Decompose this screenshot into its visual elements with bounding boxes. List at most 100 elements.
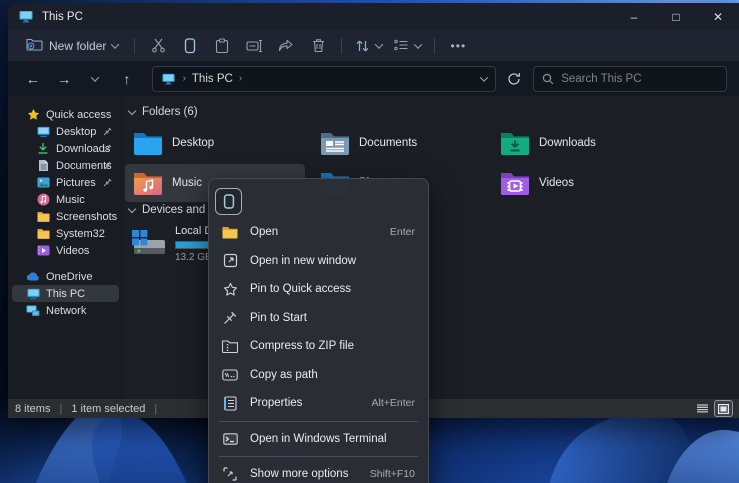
- maximize-button[interactable]: □: [655, 3, 697, 30]
- chevron-down-icon: [91, 73, 99, 81]
- network-icon: [26, 304, 40, 318]
- sidebar-item-pictures[interactable]: Pictures: [12, 174, 119, 191]
- search-icon: [542, 73, 554, 85]
- sort-icon: [355, 39, 370, 53]
- toolbar-divider: [434, 38, 435, 54]
- breadcrumb[interactable]: This PC: [192, 73, 233, 85]
- status-divider: |: [59, 403, 62, 415]
- chevron-down-icon: [375, 40, 383, 48]
- address-input[interactable]: › This PC ›: [152, 66, 496, 92]
- menu-item-label: Open in new window: [250, 255, 403, 267]
- copy-button[interactable]: [175, 33, 205, 59]
- up-button[interactable]: ↑: [114, 66, 139, 92]
- titlebar[interactable]: This PC – □ ✕: [8, 3, 739, 30]
- address-bar: ← → ↑ › This PC › Search This PC: [8, 61, 739, 96]
- folder-tile-videos[interactable]: Videos: [492, 164, 672, 202]
- recent-locations-button[interactable]: [83, 66, 108, 92]
- sidebar-item-label: Network: [46, 305, 86, 317]
- sidebar-item-screenshots[interactable]: Screenshots: [12, 208, 119, 225]
- menu-item-open-windows-terminal[interactable]: Open in Windows Terminal: [209, 425, 428, 454]
- sidebar-item-music[interactable]: Music: [12, 191, 119, 208]
- sidebar-item-network[interactable]: Network: [12, 302, 119, 319]
- breadcrumb-separator: ›: [239, 73, 242, 84]
- share-button[interactable]: [271, 33, 301, 59]
- rename-button[interactable]: [239, 33, 269, 59]
- new-folder-button[interactable]: New folder: [18, 33, 126, 59]
- menu-item-shortcut: Shift+F10: [370, 468, 415, 480]
- menu-item-label: Properties: [250, 397, 360, 409]
- back-button[interactable]: ←: [20, 66, 45, 92]
- share-icon: [278, 39, 294, 53]
- menu-separator: [219, 421, 418, 422]
- terminal-icon: [222, 431, 238, 447]
- sidebar-item-system32[interactable]: System32: [12, 225, 119, 242]
- menu-item-pin-quick-access[interactable]: Pin to Quick access: [209, 275, 428, 304]
- menu-item-label: Open: [250, 226, 378, 238]
- paste-icon: [215, 38, 229, 54]
- sidebar-item-label: Music: [56, 194, 85, 206]
- tile-label: Downloads: [539, 137, 596, 149]
- view-button[interactable]: [389, 33, 426, 59]
- search-input[interactable]: Search This PC: [533, 66, 727, 92]
- sidebar-item-videos[interactable]: Videos: [12, 242, 119, 259]
- menu-item-open-new-window[interactable]: Open in new window: [209, 247, 428, 276]
- selected-count: 1 item selected: [71, 403, 145, 415]
- refresh-button[interactable]: [502, 66, 527, 92]
- tile-label: Music: [172, 177, 202, 189]
- forward-button[interactable]: →: [51, 66, 76, 92]
- toolbar-divider: [341, 38, 342, 54]
- music-folder-icon: [133, 170, 163, 196]
- delete-icon: [312, 38, 325, 53]
- screen: This PC – □ ✕ New folder: [0, 0, 739, 483]
- sidebar-item-label: Desktop: [56, 126, 96, 138]
- this-pc-icon: [18, 9, 34, 25]
- copy-quick-button[interactable]: [215, 188, 242, 215]
- menu-item-show-more-options[interactable]: Show more options Shift+F10: [209, 460, 428, 483]
- menu-item-copy-as-path[interactable]: Copy as path: [209, 361, 428, 390]
- close-button[interactable]: ✕: [697, 3, 739, 30]
- sidebar-item-documents[interactable]: Documents: [12, 157, 119, 174]
- section-label: Folders (6): [142, 106, 198, 118]
- sidebar-item-this-pc[interactable]: This PC: [12, 285, 119, 302]
- sidebar-item-label: Screenshots: [56, 211, 117, 223]
- menu-item-compress-zip[interactable]: Compress to ZIP file: [209, 332, 428, 361]
- delete-button[interactable]: [303, 33, 333, 59]
- zip-icon: [222, 338, 238, 354]
- menu-item-label: Pin to Quick access: [250, 283, 403, 295]
- sidebar-item-label: OneDrive: [46, 271, 92, 283]
- videos-folder-icon: [500, 170, 530, 196]
- sort-button[interactable]: [350, 33, 387, 59]
- menu-item-properties[interactable]: Properties Alt+Enter: [209, 389, 428, 418]
- folders-section-header[interactable]: Folders (6): [129, 106, 198, 118]
- sidebar-item-onedrive[interactable]: OneDrive: [12, 268, 119, 285]
- folder-tile-documents[interactable]: Documents: [312, 124, 492, 162]
- large-icons-view-button[interactable]: [715, 401, 732, 416]
- sidebar-item-quick-access[interactable]: Quick access: [12, 106, 119, 123]
- collapse-icon: [128, 106, 136, 114]
- status-divider: |: [154, 403, 157, 415]
- see-more-button[interactable]: •••: [443, 33, 473, 59]
- menu-item-pin-start[interactable]: Pin to Start: [209, 304, 428, 333]
- details-view-button[interactable]: [694, 401, 711, 416]
- open-folder-icon: [222, 224, 238, 240]
- folder-tile-desktop[interactable]: Desktop: [125, 124, 305, 162]
- folder-tile-downloads[interactable]: Downloads: [492, 124, 672, 162]
- menu-item-open[interactable]: Open Enter: [209, 218, 428, 247]
- cut-button[interactable]: [143, 33, 173, 59]
- sidebar-item-downloads[interactable]: Downloads: [12, 140, 119, 157]
- open-new-window-icon: [222, 253, 238, 269]
- menu-item-label: Open in Windows Terminal: [250, 433, 403, 445]
- onedrive-icon: [26, 270, 40, 284]
- this-pc-icon: [161, 71, 177, 87]
- copy-path-icon: [222, 367, 238, 383]
- minimize-button[interactable]: –: [613, 3, 655, 30]
- tile-label: Desktop: [172, 137, 214, 149]
- sidebar-item-label: Videos: [56, 245, 89, 257]
- address-dropdown-icon[interactable]: [480, 73, 488, 81]
- sidebar-item-desktop[interactable]: Desktop: [12, 123, 119, 140]
- paste-button[interactable]: [207, 33, 237, 59]
- folder-icon: [36, 227, 50, 241]
- chevron-down-icon: [111, 40, 119, 48]
- copy-icon: [183, 38, 197, 54]
- new-folder-label: New folder: [49, 39, 106, 53]
